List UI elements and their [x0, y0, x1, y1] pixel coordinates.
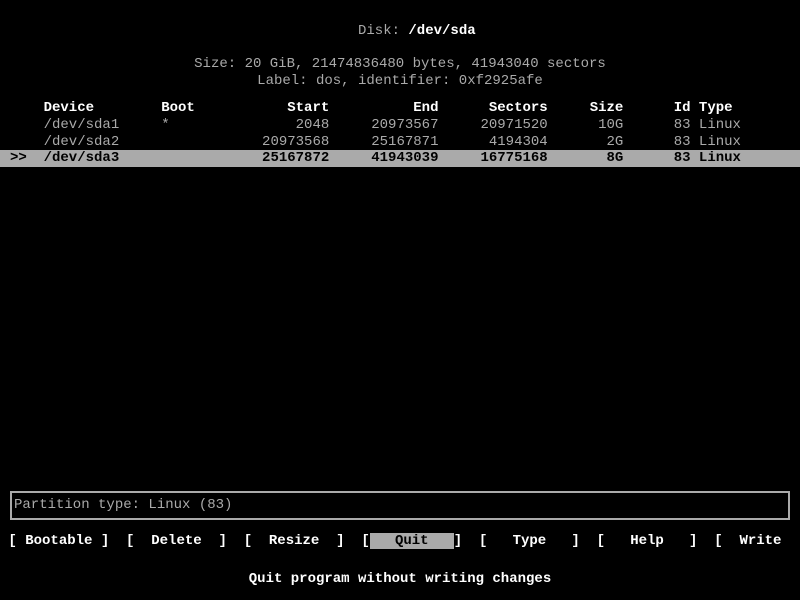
table-header: Device Boot Start End Sectors Size Id Ty… [10, 100, 790, 117]
partition-info-box: Partition type: Linux (83) [10, 491, 790, 520]
menu-type[interactable]: [ Type ] [479, 533, 580, 549]
partition-table: Device Boot Start End Sectors Size Id Ty… [10, 100, 790, 167]
menu-resize[interactable]: [ Resize ] [244, 533, 345, 549]
menu-write[interactable]: [ Write ] [714, 533, 800, 549]
disk-size: Size: 20 GiB, 21474836480 bytes, 4194304… [10, 56, 790, 73]
disk-label: Disk: [358, 23, 408, 39]
menu-delete[interactable]: [ Delete ] [126, 533, 227, 549]
menu-quit[interactable]: [ Quit ] [361, 533, 462, 549]
menu-hint: Quit program without writing changes [0, 571, 800, 588]
disk-label-line: Label: dos, identifier: 0xf2925afe [10, 73, 790, 90]
partition-type-info: Partition type: Linux (83) [14, 497, 232, 513]
partition-row[interactable]: /dev/sda1 * 2048 20973567 20971520 10G 8… [10, 117, 790, 134]
partition-row[interactable]: /dev/sda2 20973568 25167871 4194304 2G 8… [10, 134, 790, 151]
menu-bootable[interactable]: [ Bootable ] [8, 533, 109, 549]
action-menu: [ Bootable ] [ Delete ] [ Resize ] [ Qui… [0, 533, 800, 550]
disk-header: Disk: /dev/sda Size: 20 GiB, 21474836480… [10, 6, 790, 90]
disk-path: /dev/sda [408, 23, 475, 39]
menu-help[interactable]: [ Help ] [597, 533, 698, 549]
partition-row[interactable]: >> /dev/sda3 25167872 41943039 16775168 … [0, 150, 800, 167]
